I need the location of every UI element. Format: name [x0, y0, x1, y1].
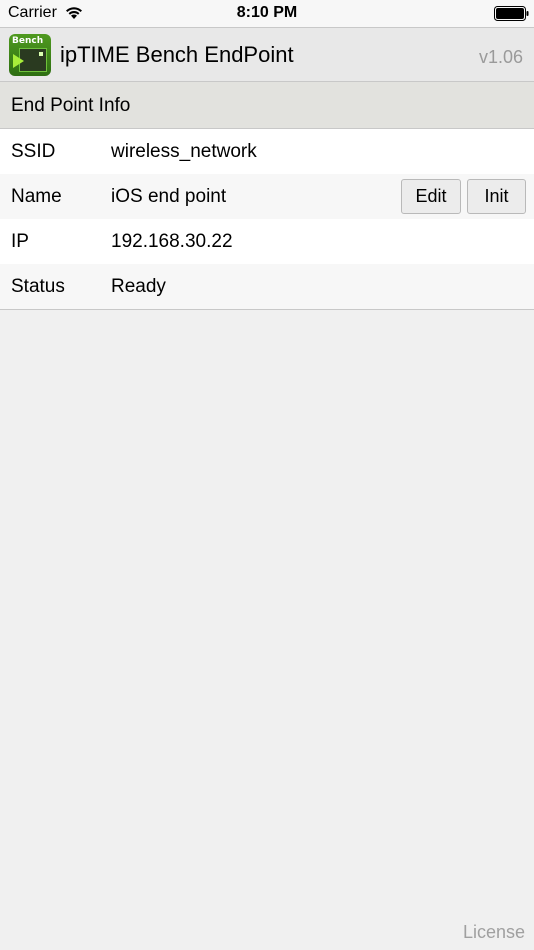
battery-icon — [494, 6, 529, 21]
status-bar: Carrier 8:10 PM — [0, 0, 534, 27]
info-row-status: Status Ready — [0, 264, 534, 309]
app-title: ipTIME Bench EndPoint — [60, 42, 294, 67]
name-label: Name — [11, 186, 62, 207]
app-header: Bench ipTIME Bench EndPoint v1.06 — [0, 27, 534, 82]
ssid-value: wireless_network — [111, 141, 257, 162]
name-value: iOS end point — [111, 186, 227, 207]
endpoint-info-list: SSID wireless_network Name iOS end point… — [0, 129, 534, 310]
init-button[interactable]: Init — [467, 179, 526, 214]
play-icon — [13, 54, 24, 68]
status-label: Status — [11, 276, 65, 297]
info-row-ssid: SSID wireless_network — [0, 129, 534, 174]
ssid-label: SSID — [11, 141, 56, 162]
app-icon-dot — [39, 52, 43, 56]
license-link[interactable]: License — [463, 922, 525, 943]
bench-app-icon: Bench — [9, 34, 51, 76]
edit-button[interactable]: Edit — [401, 179, 461, 214]
ip-label: IP — [11, 231, 29, 252]
section-title: End Point Info — [11, 95, 131, 116]
info-row-name: Name iOS end point Edit Init — [0, 174, 534, 219]
app-version: v1.06 — [478, 47, 523, 67]
ip-value: 192.168.30.22 — [111, 231, 233, 252]
app-icon-label: Bench — [12, 36, 44, 46]
status-value: Ready — [111, 276, 166, 297]
clock: 8:10 PM — [236, 4, 298, 21]
section-header: End Point Info — [0, 82, 534, 129]
info-row-ip: IP 192.168.30.22 — [0, 219, 534, 264]
